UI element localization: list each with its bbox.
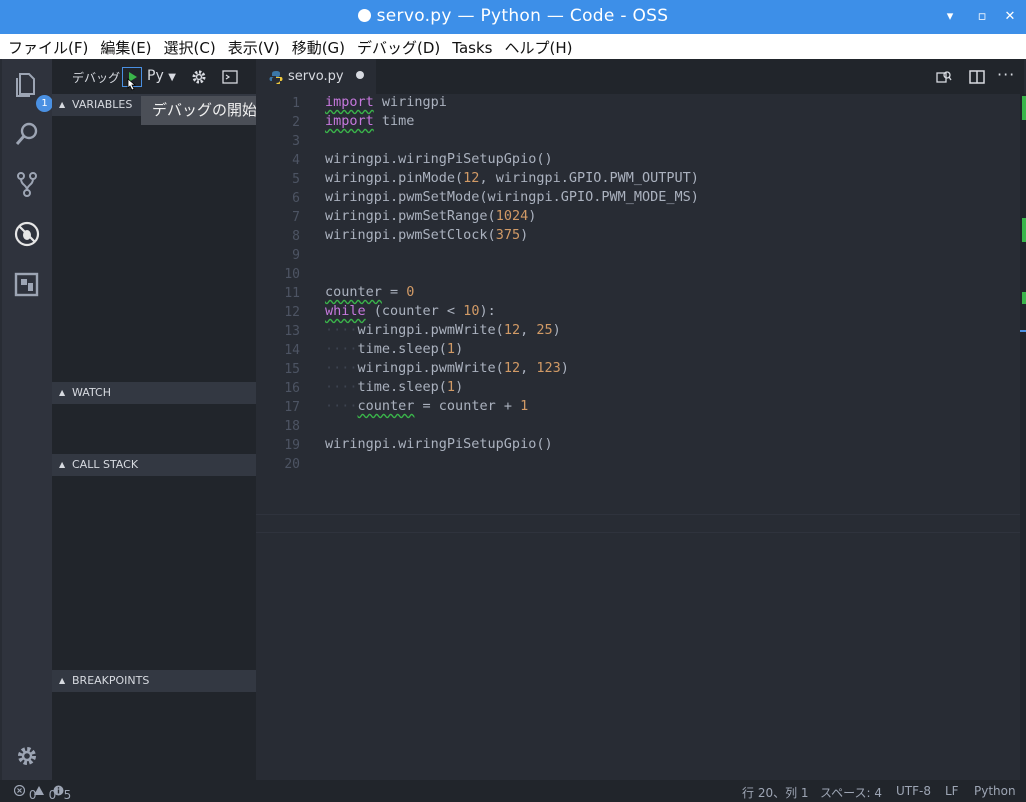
- title-bar: servo.py — Python — Code - OSS ▾ ▫ ✕: [0, 0, 1026, 34]
- current-line-highlight: [256, 514, 1024, 533]
- menu-view[interactable]: 表示(V): [220, 34, 284, 58]
- line-number: 11: [284, 286, 300, 301]
- diff-marker: [1022, 218, 1026, 242]
- language-mode[interactable]: Python: [974, 784, 1016, 798]
- collapse-icon: ▲: [59, 100, 66, 109]
- tab-label: servo.py: [288, 69, 344, 84]
- problems-indicator[interactable]: 0 0 5: [13, 784, 71, 802]
- code-line: wiringpi.pwmSetRange(1024): [325, 208, 537, 224]
- line-number: 13: [284, 324, 300, 339]
- overview-ruler[interactable]: [1020, 94, 1026, 780]
- line-number: 5: [292, 172, 300, 187]
- menu-selection[interactable]: 選択(C): [156, 34, 220, 58]
- code-line: ····counter = counter + 1: [325, 398, 529, 414]
- code-line: wiringpi.pwmSetClock(375): [325, 227, 529, 243]
- open-changes-icon[interactable]: [936, 69, 952, 85]
- close-button[interactable]: ✕: [1000, 7, 1020, 27]
- status-bar: 0 0 5 行 20、列 1 スペース: 4 UTF-8 LF Python: [0, 780, 1026, 802]
- mouse-cursor-icon: [127, 78, 137, 91]
- code-line: ····wiringpi.pwmWrite(12, 25): [325, 322, 561, 338]
- collapse-icon: ▲: [59, 460, 66, 469]
- window: servo.py — Python — Code - OSS ▾ ▫ ✕ ファイ…: [0, 0, 1026, 802]
- debug-config-select[interactable]: Py ▼: [147, 68, 176, 84]
- collapse-icon: ▲: [59, 388, 66, 397]
- extensions-icon[interactable]: [12, 269, 42, 299]
- section-call-stack[interactable]: ▲ CALL STACK: [52, 454, 256, 476]
- menu-edit[interactable]: 編集(E): [92, 34, 155, 58]
- section-breakpoints[interactable]: ▲ BREAKPOINTS: [52, 670, 256, 692]
- unsaved-dot-icon: [356, 71, 364, 79]
- python-file-icon: [269, 71, 283, 84]
- code-line: wiringpi.pinMode(12, wiringpi.GPIO.PWM_O…: [325, 170, 699, 186]
- line-number: 10: [284, 267, 300, 282]
- search-icon[interactable]: [12, 119, 42, 149]
- explorer-badge: 1: [36, 95, 53, 112]
- line-number: 8: [292, 229, 300, 244]
- line-number: 20: [284, 457, 300, 472]
- minimize-button[interactable]: ▾: [940, 7, 960, 27]
- debug-sidebar: デバッグ Py ▼ ▲ VARIABLES ▲ WATCH ▲ CALL STACK …: [52, 59, 256, 780]
- dropdown-arrow-icon: ▼: [168, 72, 176, 83]
- debug-toolbar: デバッグ Py ▼: [52, 59, 256, 94]
- collapse-icon: ▲: [59, 676, 66, 685]
- line-number: 4: [292, 153, 300, 168]
- diff-marker: [1022, 96, 1026, 120]
- line-number: 17: [284, 400, 300, 415]
- window-title: servo.py — Python — Code - OSS: [0, 6, 1026, 26]
- explorer-icon[interactable]: 1: [12, 69, 53, 112]
- code-line: wiringpi.wiringPiSetupGpio(): [325, 151, 553, 167]
- line-number: 19: [284, 438, 300, 453]
- code-line: wiringpi.pwmSetMode(wiringpi.GPIO.PWM_MO…: [325, 189, 699, 205]
- more-actions-icon[interactable]: ···: [997, 65, 1015, 84]
- tab-bar: servo.py ···: [256, 59, 1024, 94]
- line-number: 14: [284, 343, 300, 358]
- code-line: counter = 0: [325, 284, 415, 300]
- menu-help[interactable]: ヘルプ(H): [496, 34, 576, 58]
- code-line: ····time.sleep(1): [325, 379, 464, 395]
- line-number: 7: [292, 210, 300, 225]
- debug-settings-gear-icon[interactable]: [191, 69, 207, 85]
- line-number: 1: [292, 96, 300, 111]
- error-icon: [13, 784, 26, 797]
- editor-area: servo.py ··· 1 2 3 4 5 6 7 8 9 10 11 12 …: [256, 59, 1024, 780]
- unsaved-dot-icon: [357, 9, 371, 22]
- menu-debug[interactable]: デバッグ(D): [349, 34, 444, 58]
- menu-file[interactable]: ファイル(F): [0, 34, 92, 58]
- debug-title: デバッグ: [72, 71, 121, 85]
- debug-console-icon[interactable]: [222, 70, 238, 84]
- code-line: while (counter < 10):: [325, 303, 496, 319]
- indentation[interactable]: スペース: 4: [820, 784, 882, 801]
- line-number: 18: [284, 419, 300, 434]
- diff-marker: [1022, 292, 1026, 304]
- menu-tasks[interactable]: Tasks: [444, 36, 496, 57]
- line-number: 3: [292, 134, 300, 149]
- source-control-icon[interactable]: [12, 169, 42, 199]
- line-number: 12: [284, 305, 300, 320]
- menu-bar: ファイル(F) 編集(E) 選択(C) 表示(V) 移動(G) デバッグ(D) Tasks ヘ…: [0, 34, 1026, 59]
- code-line: import time: [325, 113, 415, 129]
- line-number: 9: [292, 248, 300, 263]
- line-number: 15: [284, 362, 300, 377]
- split-editor-icon[interactable]: [969, 69, 985, 85]
- start-debugging-tooltip: デバッグの開始: [141, 96, 268, 125]
- debug-view-icon[interactable]: [12, 219, 42, 249]
- line-number: 16: [284, 381, 300, 396]
- maximize-button[interactable]: ▫: [972, 7, 992, 27]
- code-line: wiringpi.wiringPiSetupGpio(): [325, 436, 553, 452]
- code-line: ····time.sleep(1): [325, 341, 464, 357]
- tab-servo-py[interactable]: servo.py: [256, 59, 376, 94]
- section-watch[interactable]: ▲ WATCH: [52, 382, 256, 404]
- encoding[interactable]: UTF-8: [896, 784, 931, 798]
- line-number: 2: [292, 115, 300, 130]
- code-line: import wiringpi: [325, 94, 447, 110]
- code-line: ····wiringpi.pwmWrite(12, 123): [325, 360, 569, 376]
- cursor-marker: [1020, 330, 1026, 332]
- menu-go[interactable]: 移動(G): [284, 34, 349, 58]
- line-number: 6: [292, 191, 300, 206]
- cursor-position[interactable]: 行 20、列 1: [742, 784, 809, 801]
- manage-gear-icon[interactable]: [12, 741, 42, 771]
- activity-bar: 1: [2, 59, 53, 780]
- end-of-line[interactable]: LF: [945, 784, 959, 798]
